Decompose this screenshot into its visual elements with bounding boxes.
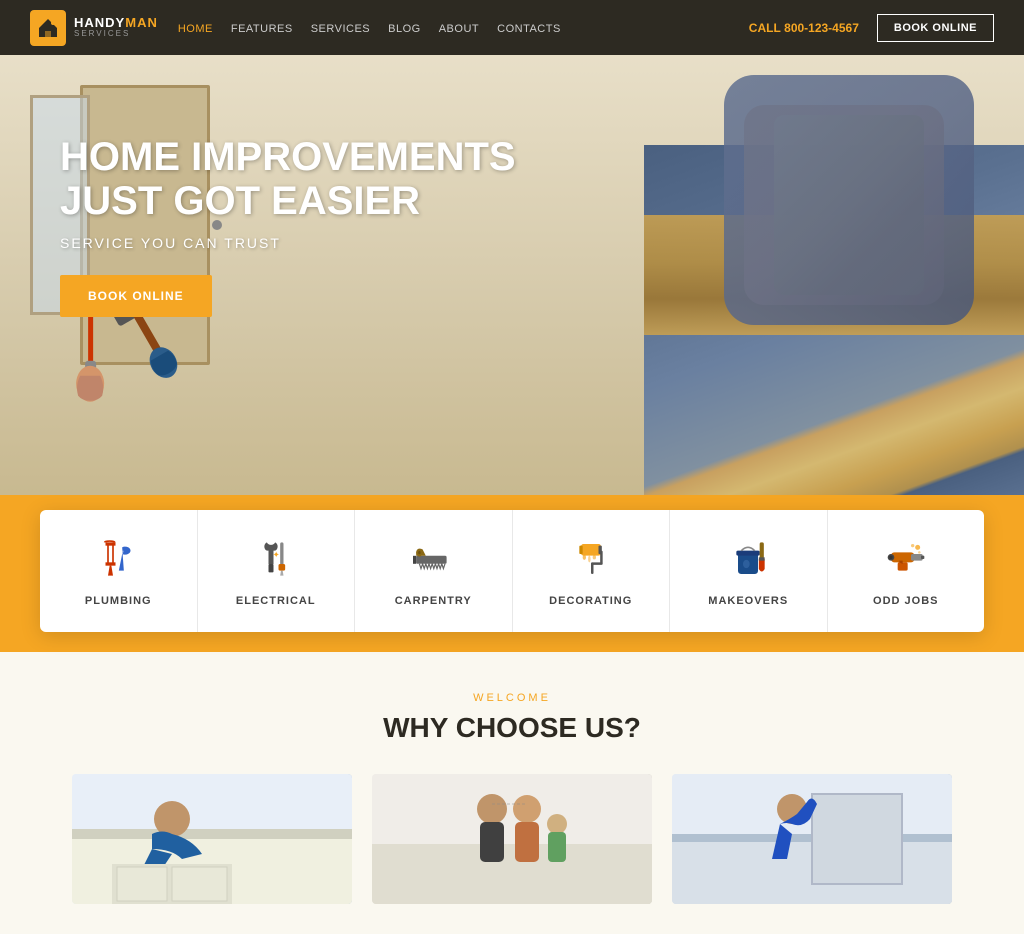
- why-title: WHY CHOOSE US?: [30, 712, 994, 744]
- brand-tagline: SERVICES: [74, 30, 158, 39]
- service-carpentry[interactable]: CARPENTRY: [355, 510, 513, 632]
- nav-features[interactable]: FEATURES: [231, 23, 293, 35]
- services-bar-wrapper: PLUMBING ✦ ELECTRICAL: [0, 495, 1024, 652]
- nav-links: HOME FEATURES SERVICES BLOG ABOUT CONTAC…: [178, 19, 561, 37]
- why-cards-container: [30, 774, 994, 904]
- book-online-hero-button[interactable]: BOOK ONLINE: [60, 275, 212, 317]
- electrical-label: ELECTRICAL: [236, 595, 316, 607]
- why-choose-us-section: Welcome WHY CHOOSE US?: [0, 652, 1024, 934]
- services-bar: PLUMBING ✦ ELECTRICAL: [40, 510, 984, 632]
- phone-number: 800-123-4567: [784, 21, 859, 35]
- service-decorating[interactable]: DECORATING: [513, 510, 671, 632]
- carpentry-label: CARPENTRY: [395, 595, 472, 607]
- service-oddjobs[interactable]: ODD JOBS: [828, 510, 985, 632]
- nav-blog[interactable]: BLOG: [388, 23, 421, 35]
- nav-about[interactable]: ABOUT: [439, 23, 479, 35]
- plumbing-label: PLUMBING: [85, 595, 152, 607]
- brand-name: HANDYMAN: [74, 16, 158, 30]
- navbar-left: HANDYMAN SERVICES HOME FEATURES SERVICES…: [30, 10, 561, 46]
- call-label: CALL: [749, 21, 781, 35]
- nav-contacts[interactable]: CONTACTS: [497, 23, 561, 35]
- navbar-right: CALL 800-123-4567 BOOK ONLINE: [749, 14, 994, 42]
- oddjobs-icon: [886, 535, 926, 583]
- why-card-3: [672, 774, 952, 904]
- makeovers-icon: [728, 535, 768, 583]
- navbar: HANDYMAN SERVICES HOME FEATURES SERVICES…: [0, 0, 1024, 55]
- plumbing-icon: [98, 535, 138, 583]
- hero-content: HOME IMPROVEMENTS JUST GOT EASIER SERVIC…: [60, 135, 516, 317]
- why-card-2: [372, 774, 652, 904]
- decorating-icon: [571, 535, 611, 583]
- logo-text: HANDYMAN SERVICES: [74, 16, 158, 39]
- why-welcome-label: Welcome: [30, 692, 994, 704]
- electrical-icon: ✦: [256, 535, 296, 583]
- decorating-label: DECORATING: [549, 595, 632, 607]
- logo[interactable]: HANDYMAN SERVICES: [30, 10, 158, 46]
- why-card-1: [72, 774, 352, 904]
- carpentry-icon: [413, 535, 453, 583]
- makeovers-label: MAKEOVERS: [708, 595, 788, 607]
- logo-icon: [30, 10, 66, 46]
- service-plumbing[interactable]: PLUMBING: [40, 510, 198, 632]
- service-makeovers[interactable]: MAKEOVERS: [670, 510, 828, 632]
- hero-title: HOME IMPROVEMENTS JUST GOT EASIER: [60, 135, 516, 223]
- call-info: CALL 800-123-4567: [749, 21, 859, 35]
- nav-services[interactable]: SERVICES: [311, 23, 370, 35]
- book-online-nav-button[interactable]: BOOK ONLINE: [877, 14, 994, 42]
- oddjobs-label: ODD JOBS: [873, 595, 938, 607]
- nav-home[interactable]: HOME: [178, 23, 213, 35]
- hero-worker-area: [574, 55, 1024, 495]
- hero-section: HOME IMPROVEMENTS JUST GOT EASIER SERVIC…: [0, 55, 1024, 495]
- svg-text:✦: ✦: [272, 549, 279, 559]
- service-electrical[interactable]: ✦ ELECTRICAL: [198, 510, 356, 632]
- hero-subtitle: SERVICE YOU CAN TRUST: [60, 235, 516, 251]
